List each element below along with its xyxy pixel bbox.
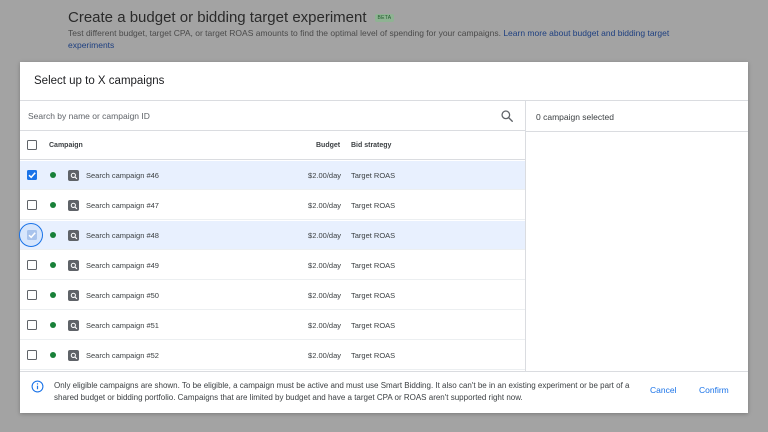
campaign-budget: $2.00/day	[308, 171, 341, 180]
search-campaign-icon	[68, 260, 79, 271]
campaign-bid-strategy: Target ROAS	[351, 201, 396, 210]
campaign-bid-strategy: Target ROAS	[351, 351, 396, 360]
campaign-name: Search campaign #47	[86, 201, 159, 210]
table-row[interactable]: Search campaign #46 $2.00/day Target ROA…	[20, 161, 525, 190]
search-campaign-icon	[68, 230, 79, 241]
column-header-campaign[interactable]: Campaign	[49, 142, 83, 149]
campaign-budget: $2.00/day	[308, 231, 341, 240]
column-header-budget[interactable]: Budget	[316, 142, 340, 149]
status-enabled-icon	[50, 292, 56, 298]
row-checkbox[interactable]	[27, 230, 37, 240]
campaign-name: Search campaign #52	[86, 351, 159, 360]
campaign-name: Search campaign #46	[86, 171, 159, 180]
search-campaign-icon	[68, 320, 79, 331]
eligibility-note: Only eligible campaigns are shown. To be…	[54, 381, 630, 402]
beta-badge: BETA	[374, 13, 395, 22]
search-campaign-icon	[68, 200, 79, 211]
status-enabled-icon	[50, 202, 56, 208]
campaign-name: Search campaign #51	[86, 321, 159, 330]
row-checkbox[interactable]	[27, 320, 37, 330]
table-row[interactable]: Search campaign #49 $2.00/day Target ROA…	[20, 251, 525, 280]
campaign-name: Search campaign #49	[86, 261, 159, 270]
campaign-bid-strategy: Target ROAS	[351, 171, 396, 180]
campaign-bid-strategy: Target ROAS	[351, 231, 396, 240]
row-checkbox[interactable]	[27, 350, 37, 360]
campaign-budget: $2.00/day	[308, 291, 341, 300]
info-icon	[31, 380, 44, 393]
table-row[interactable]: Search campaign #47 $2.00/day Target ROA…	[20, 191, 525, 220]
search-campaign-icon	[68, 290, 79, 301]
table-row[interactable]: Search campaign #52 $2.00/day Target ROA…	[20, 341, 525, 370]
campaign-bid-strategy: Target ROAS	[351, 321, 396, 330]
search-icon[interactable]	[500, 109, 514, 123]
row-checkbox[interactable]	[27, 290, 37, 300]
row-checkbox[interactable]	[27, 260, 37, 270]
page-title: Create a budget or bidding target experi…	[68, 9, 395, 26]
campaign-budget: $2.00/day	[308, 201, 341, 210]
selected-count: 0 campaign selected	[536, 112, 614, 122]
search-input[interactable]	[28, 108, 488, 124]
status-enabled-icon	[50, 232, 56, 238]
campaign-bid-strategy: Target ROAS	[351, 291, 396, 300]
campaign-name: Search campaign #50	[86, 291, 159, 300]
search-campaign-icon	[68, 170, 79, 181]
check-icon	[28, 172, 36, 179]
divider	[526, 131, 748, 132]
select-all-checkbox[interactable]	[27, 140, 37, 150]
campaign-bid-strategy: Target ROAS	[351, 261, 396, 270]
search-campaign-icon	[68, 350, 79, 361]
page-description: Test different budget, target CPA, or ta…	[68, 28, 670, 50]
status-enabled-icon	[50, 352, 56, 358]
dialog-title: Select up to X campaigns	[34, 75, 165, 87]
campaign-budget: $2.00/day	[308, 321, 341, 330]
table-row[interactable]: Search campaign #51 $2.00/day Target ROA…	[20, 311, 525, 340]
campaign-list-pane: Campaign Budget Bid strategy Search camp…	[19, 101, 525, 371]
check-icon	[28, 232, 36, 239]
row-checkbox[interactable]	[27, 200, 37, 210]
table-header: Campaign Budget Bid strategy	[20, 131, 525, 160]
status-enabled-icon	[50, 322, 56, 328]
dialog-footer: Only eligible campaigns are shown. To be…	[20, 372, 748, 413]
table-row[interactable]: Search campaign #48 $2.00/day Target ROA…	[19, 221, 525, 250]
campaign-budget: $2.00/day	[308, 351, 341, 360]
campaign-name: Search campaign #48	[86, 231, 159, 240]
campaign-budget: $2.00/day	[308, 261, 341, 270]
table-row[interactable]: Search campaign #50 $2.00/day Target ROA…	[20, 281, 525, 310]
column-header-bid-strategy[interactable]: Bid strategy	[351, 142, 391, 149]
search-bar	[20, 101, 525, 131]
row-checkbox[interactable]	[27, 170, 37, 180]
status-enabled-icon	[50, 172, 56, 178]
cancel-button[interactable]: Cancel	[650, 385, 676, 395]
selected-campaigns-pane: 0 campaign selected	[526, 101, 748, 371]
select-campaigns-dialog: Select up to X campaigns Campaign Budget…	[19, 62, 748, 413]
status-enabled-icon	[50, 262, 56, 268]
confirm-button[interactable]: Confirm	[699, 385, 729, 395]
